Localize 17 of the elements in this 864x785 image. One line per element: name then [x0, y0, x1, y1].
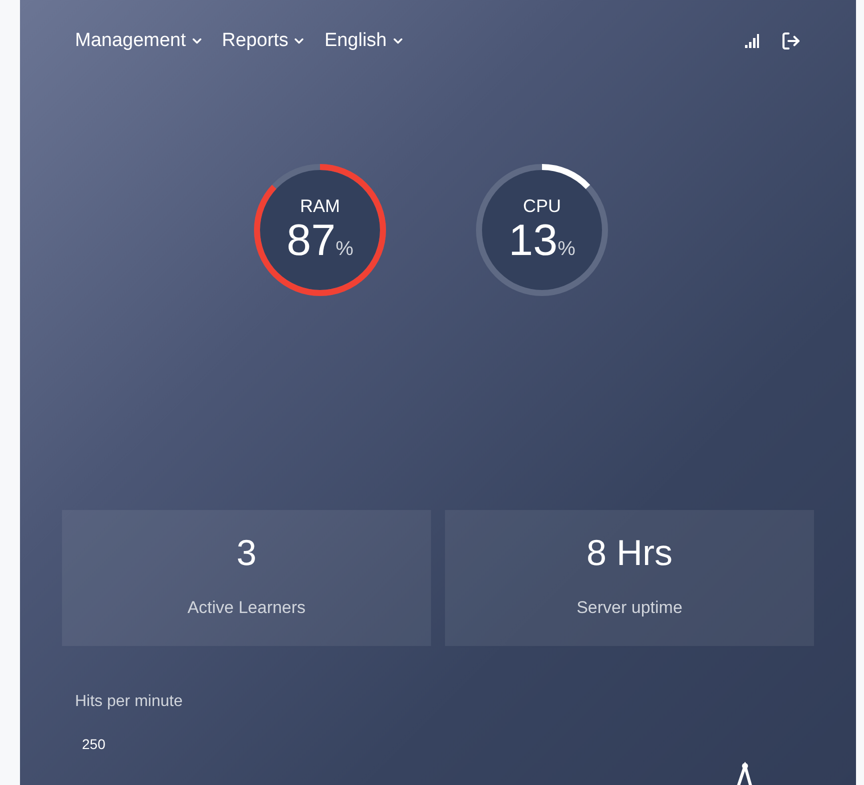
- stat-label: Active Learners: [187, 597, 306, 620]
- gauge-unit: %: [558, 239, 576, 259]
- stat-value: 3: [236, 535, 257, 572]
- gauge-unit: %: [336, 239, 354, 259]
- axis-tick: 250: [82, 735, 106, 754]
- nav-menu[interactable]: Reports: [222, 26, 306, 56]
- nav-menu[interactable]: English: [324, 26, 405, 56]
- gauge-label: CPU: [522, 197, 561, 215]
- gauge-value: 13: [508, 219, 558, 263]
- gauge-value: 87: [286, 219, 336, 263]
- stat-label: Server uptime: [576, 597, 682, 620]
- nav-menu[interactable]: Management: [75, 26, 204, 56]
- stat-value: 8 Hrs: [586, 535, 672, 572]
- logout-icon[interactable]: [781, 31, 801, 51]
- gauge-label: RAM: [300, 197, 340, 215]
- signal-icon[interactable]: [745, 34, 759, 48]
- chart-title: Hits per minute: [75, 692, 184, 712]
